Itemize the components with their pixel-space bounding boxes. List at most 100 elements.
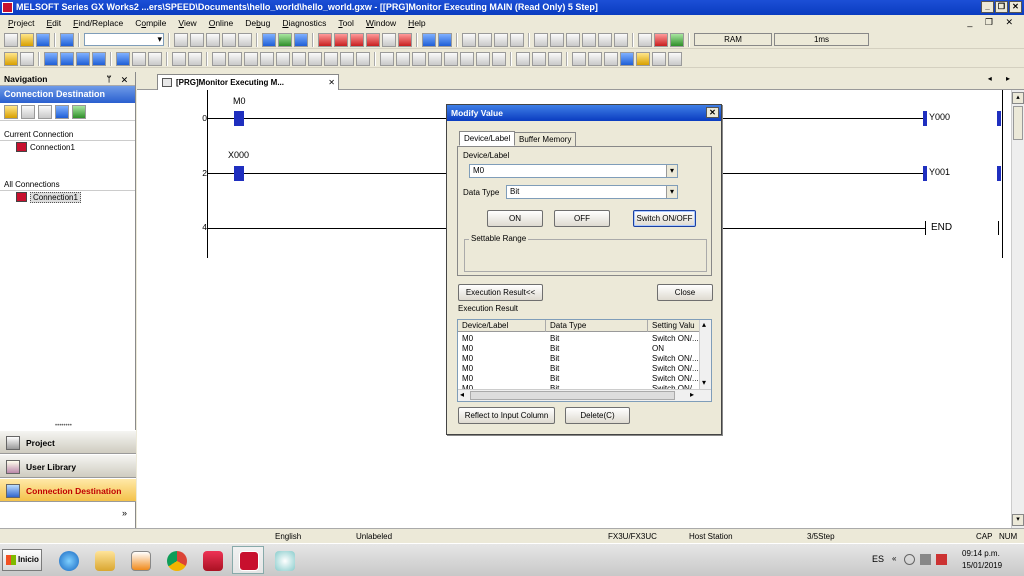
execution-result-toggle-button[interactable]: Execution Result<< [458, 284, 543, 301]
undo-icon[interactable] [222, 32, 236, 47]
close-button[interactable]: ✕ [1009, 1, 1022, 13]
write-to-plc-icon[interactable] [262, 32, 276, 47]
scroll-down-icon[interactable]: ▾ [702, 378, 706, 387]
all-connections-item[interactable]: Connection1 [0, 191, 135, 204]
zoom-search-icon[interactable] [668, 51, 682, 66]
navigation-pin-close[interactable]: ᛘ ✕ [106, 72, 131, 86]
menu-item[interactable]: View [172, 15, 202, 31]
device-test-icon[interactable] [382, 32, 396, 47]
result-vertical-scrollbar[interactable]: ▴ ▾ [699, 320, 711, 390]
bars-icon[interactable] [188, 51, 202, 66]
menu-item[interactable]: Diagnostics [276, 15, 332, 31]
rising-pulse-icon[interactable] [380, 51, 394, 66]
taskbar-media[interactable] [124, 546, 156, 574]
splitter-grip[interactable]: •••••••• [55, 423, 72, 429]
paste-icon[interactable] [206, 32, 220, 47]
open-branch-icon[interactable] [244, 51, 258, 66]
draw-line-icon[interactable] [476, 51, 490, 66]
ladder-tool-6-icon[interactable] [614, 32, 628, 47]
taskbar-ie[interactable] [52, 546, 84, 574]
new-project-icon[interactable] [4, 32, 18, 47]
zoom-icon[interactable] [148, 51, 162, 66]
scroll-thumb[interactable] [1013, 106, 1023, 140]
convert-all-icon[interactable] [60, 51, 74, 66]
taskbar-gxworks2[interactable] [232, 546, 264, 574]
rising-branch-icon[interactable] [412, 51, 426, 66]
cut-icon[interactable] [174, 32, 188, 47]
edit-mode-icon[interactable] [20, 51, 34, 66]
monitor-mode-icon[interactable] [620, 51, 634, 66]
close-dialog-button[interactable]: Close [657, 284, 713, 301]
modify-value-icon[interactable] [636, 51, 650, 66]
editor-vertical-scrollbar[interactable]: ▴ ▾ [1011, 90, 1024, 528]
scroll-up-icon[interactable]: ▴ [702, 320, 706, 329]
column-data-type[interactable]: Data Type [546, 320, 648, 332]
expand-icon[interactable]: » [122, 508, 127, 518]
new-connection-icon[interactable] [4, 105, 18, 119]
ladder-mode-icon[interactable] [4, 51, 18, 66]
cross-ref-icon[interactable] [478, 32, 492, 47]
read-from-plc-icon[interactable] [278, 32, 292, 47]
copy-icon[interactable] [190, 32, 204, 47]
menu-item[interactable]: Find/Replace [67, 15, 129, 31]
switch-on-off-button[interactable]: Switch ON/OFF [633, 210, 696, 227]
delete-vline-icon[interactable] [356, 51, 370, 66]
execution-result-list[interactable]: Device/Label Data Type Setting Valu M0 Bi… [457, 319, 712, 402]
data-type-select[interactable]: Bit ▾ [506, 185, 678, 199]
find-device-icon[interactable] [116, 51, 130, 66]
help-icon[interactable] [60, 32, 74, 47]
device-batch-icon[interactable] [422, 32, 436, 47]
ladder-tool-2-icon[interactable] [550, 32, 564, 47]
ladder-tool-4-icon[interactable] [582, 32, 596, 47]
hline-icon[interactable] [308, 51, 322, 66]
scroll-down-button[interactable]: ▾ [1012, 514, 1024, 526]
menu-item[interactable]: Debug [239, 15, 276, 31]
table-row[interactable]: M0 Bit Switch ON/... [458, 334, 701, 344]
monitor-write-icon[interactable] [366, 32, 380, 47]
menu-item[interactable]: Help [402, 15, 431, 31]
invert-icon[interactable] [444, 51, 458, 66]
operation-result-icon[interactable] [460, 51, 474, 66]
stop-monitoring-icon[interactable] [334, 32, 348, 47]
current-connection-item[interactable]: Connection1 [0, 141, 135, 154]
delete-button[interactable]: Delete(C) [565, 407, 630, 424]
result-horizontal-scrollbar[interactable]: ◂ ▸ [458, 389, 711, 401]
tab-device-label[interactable]: Device/Label [459, 131, 516, 146]
network-icon[interactable] [920, 554, 931, 565]
dialog-close-button[interactable]: ✕ [706, 107, 719, 118]
taskbar-toolbox[interactable] [196, 546, 228, 574]
online-change-icon[interactable] [76, 51, 90, 66]
scroll-thumb[interactable] [470, 391, 675, 400]
end-instruction[interactable]: END [931, 222, 952, 233]
coil-icon[interactable] [276, 51, 290, 66]
close-contact-icon[interactable] [228, 51, 242, 66]
project-nav-button[interactable]: Project [0, 430, 136, 454]
pointer-icon[interactable] [604, 51, 618, 66]
notification-icon[interactable] [936, 554, 947, 565]
contact-m0[interactable] [234, 111, 244, 126]
document-tab[interactable]: [PRG]Monitor Executing M... ✕ [157, 74, 339, 90]
menu-item[interactable]: Online [203, 15, 240, 31]
scroll-left-icon[interactable]: ◂ [460, 390, 464, 399]
ladder-tool-1-icon[interactable] [534, 32, 548, 47]
chevron-down-icon[interactable]: ▾ [666, 165, 677, 177]
device-comment-icon[interactable] [572, 51, 586, 66]
language-indicator[interactable]: ES [872, 554, 884, 564]
search-icon[interactable] [132, 51, 146, 66]
convert-icon[interactable] [44, 51, 58, 66]
diagnostics-icon[interactable] [398, 32, 412, 47]
simulation-icon[interactable] [638, 32, 652, 47]
minimize-button[interactable]: _ [981, 1, 994, 13]
watch-window-icon[interactable] [652, 51, 666, 66]
menu-item[interactable]: Edit [40, 15, 67, 31]
volume-icon[interactable] [904, 554, 915, 565]
scroll-up-button[interactable]: ▴ [1012, 92, 1024, 104]
verify-icon[interactable] [294, 32, 308, 47]
taskbar-chrome[interactable] [160, 546, 192, 574]
chevron-down-icon[interactable]: ▾ [666, 186, 677, 198]
watch-icon[interactable] [462, 32, 476, 47]
device-label-input[interactable]: M0 ▾ [469, 164, 678, 178]
statement-icon[interactable] [532, 51, 546, 66]
clock-date[interactable]: 15/01/2019 [962, 561, 1002, 570]
tab-buffer-memory[interactable]: Buffer Memory [514, 132, 577, 147]
